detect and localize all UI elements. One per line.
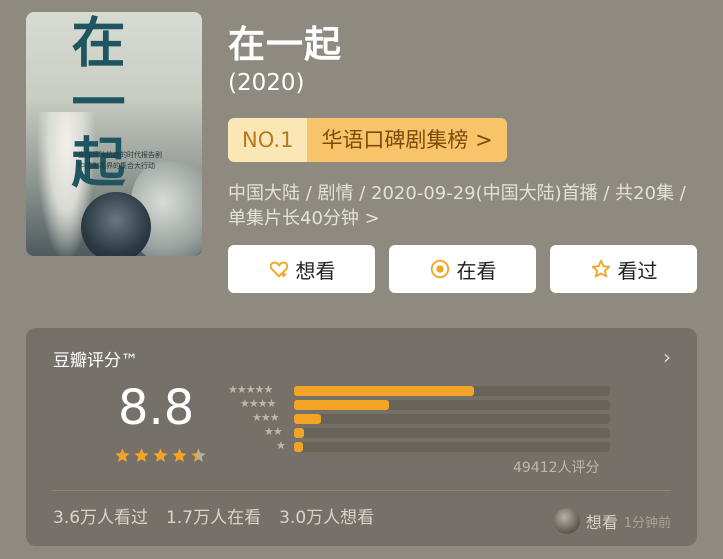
rating-bar [294,386,475,396]
target-icon [429,258,451,280]
recent-action: 想看 [585,513,618,532]
rating-bar-track [294,414,610,424]
watching-button-label: 在看 [456,258,497,283]
rank-badge[interactable]: NO.1 华语口碑剧集榜 > [228,118,507,162]
watched-button-label: 看过 [617,258,658,283]
want-button-label: 想看 [295,258,336,283]
rating-label: 豆瓣评分™ [53,351,138,371]
rating-bar-track [294,400,610,410]
stat-watched[interactable]: 3.6万人看过 [53,503,148,528]
bar-star-label: ★★★★ [240,397,276,410]
stats-row: 3.6万人看过 1.7万人在看 3.0万人想看 [53,503,374,528]
action-bar: 想看 在看 看过 [228,245,697,293]
release-year: (2020) [228,70,305,96]
recent-activity[interactable]: 想看 1分钟前 [553,508,671,534]
star-icon [590,258,612,280]
rating-score: 8.8 [118,380,195,436]
star-icon [153,448,168,462]
bar-star-label: ★★ [264,425,283,438]
want-button[interactable]: 想看 [228,245,375,293]
rating-bar [294,400,389,410]
poster-subtitle: 全国反映抗疫的时代报告剧 [78,151,162,159]
poster-subtitle: 中国影视界的集合大行动 [78,162,155,170]
page-title: 在一起 [228,23,342,66]
rating-stars [114,447,207,464]
rating-bar [294,428,305,438]
poster-figure [81,192,151,256]
heart-plus-icon [268,258,290,280]
rating-bar [294,414,322,424]
star-icon [134,448,149,462]
rating-bar-track [294,428,610,438]
poster[interactable]: 在一起 全国反映抗疫的时代报告剧 中国影视界的集合大行动 [26,12,202,256]
stat-want[interactable]: 3.0万人想看 [279,503,374,528]
divider [52,490,671,491]
watching-button[interactable]: 在看 [389,245,536,293]
stat-watching[interactable]: 1.7万人在看 [166,503,261,528]
star-icon [172,448,187,462]
rank-number: NO.1 [228,118,308,162]
chevron-right-icon[interactable]: › [663,345,671,369]
rating-card[interactable]: 豆瓣评分™ › 8.8 ★★★★★ ★★★★ ★★★ ★★ ★ 49412人评分 3.6… [26,328,697,546]
rating-bar [294,442,304,452]
rating-bar-track [294,442,610,452]
star-icon [191,448,206,462]
meta-info[interactable]: 中国大陆 / 剧情 / 2020-09-29(中国大陆)首播 / 共20集 / … [228,181,698,231]
watched-button[interactable]: 看过 [550,245,697,293]
bar-star-label: ★★★★★ [228,383,273,396]
avatar [553,508,580,534]
recent-time: 1分钟前 [623,515,671,531]
bar-star-label: ★ [276,439,286,452]
bar-star-label: ★★★ [252,411,280,424]
star-icon [115,448,130,462]
rating-bar-track [294,386,610,396]
rating-count: 49412人评分 [513,460,600,476]
rank-list-link[interactable]: 华语口碑剧集榜 > [307,118,507,162]
